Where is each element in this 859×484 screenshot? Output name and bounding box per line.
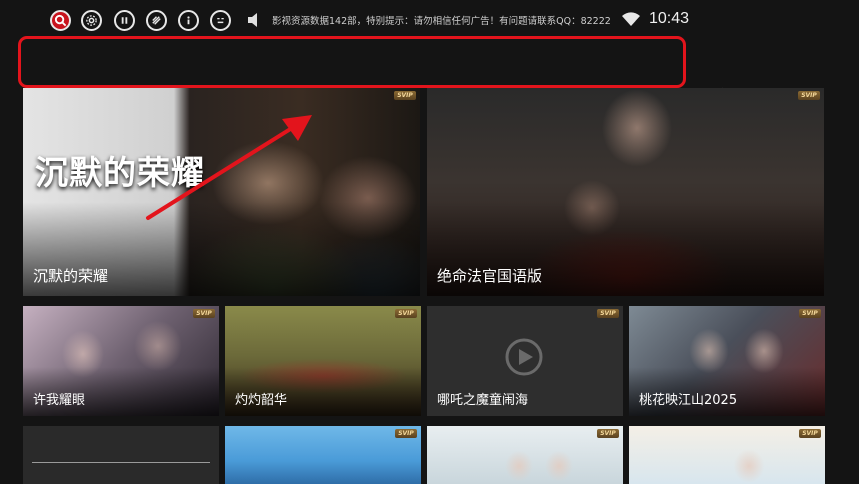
search-icon[interactable] [50, 10, 71, 31]
announcement-ticker: 影视资源数据142部，特别提示：请勿相信任何广告！有问题请联系QQ：82222 [272, 16, 611, 27]
poster-art [629, 426, 825, 484]
svip-badge: SVIP [395, 309, 417, 318]
volume-icon[interactable] [246, 11, 264, 29]
history-icon[interactable] [146, 10, 167, 31]
svip-badge: SVIP [597, 309, 619, 318]
featured-card-1[interactable]: 沉默的荣耀 SVIP 沉默的荣耀 [23, 88, 420, 296]
card-title: 绝命法官国语版 [437, 267, 543, 285]
card-title: 沉默的荣耀 [33, 267, 109, 285]
settings-icon[interactable] [81, 10, 102, 31]
status-bar: 影视资源数据142部，特别提示：请勿相信任何广告！有问题请联系QQ：82222 … [0, 0, 859, 40]
poster-card-5[interactable]: SVIP [225, 426, 421, 484]
poster-card-3[interactable]: SVIP 哪吒之魔童闹海 [427, 306, 623, 416]
card-title: 许我耀眼 [33, 393, 86, 408]
svip-badge: SVIP [395, 429, 417, 438]
poster-card-1[interactable]: SVIP 许我耀眼 [23, 306, 219, 416]
poster-title-art: 沉默的荣耀 [35, 153, 205, 192]
poster-card-7[interactable]: SVIP [629, 426, 825, 484]
svip-badge: SVIP [798, 91, 820, 100]
card-title: 灼灼韶华 [235, 393, 288, 408]
poster-card-4[interactable]: SVIP 桃花映江山2025 [629, 306, 825, 416]
svip-badge: SVIP [799, 429, 821, 438]
card-title: 哪吒之魔童闹海 [437, 393, 529, 408]
wifi-icon [622, 12, 640, 26]
placeholder-card[interactable] [23, 426, 219, 484]
info-icon[interactable] [178, 10, 199, 31]
category-nav: 电视直播 电视剧 电影类 综艺类 海外剧 日韩剧 动漫类 少儿类 纪录片 B站类… [0, 36, 859, 102]
card-title: 桃花映江山2025 [639, 393, 738, 408]
svip-badge: SVIP [799, 309, 821, 318]
poster-card-2[interactable]: SVIP 灼灼韶华 [225, 306, 421, 416]
svip-badge: SVIP [394, 91, 416, 100]
featured-card-2[interactable]: SVIP 绝命法官国语版 [427, 88, 824, 296]
poster-card-6[interactable]: SVIP [427, 426, 623, 484]
divider [32, 462, 210, 463]
svip-badge: SVIP [193, 309, 215, 318]
pause-icon[interactable] [114, 10, 135, 31]
play-placeholder-icon [505, 338, 543, 376]
poster-art [427, 426, 623, 484]
clock: 10:43 [649, 10, 690, 27]
minus-icon[interactable] [210, 10, 231, 31]
svip-badge: SVIP [597, 429, 619, 438]
poster-art [225, 426, 421, 484]
